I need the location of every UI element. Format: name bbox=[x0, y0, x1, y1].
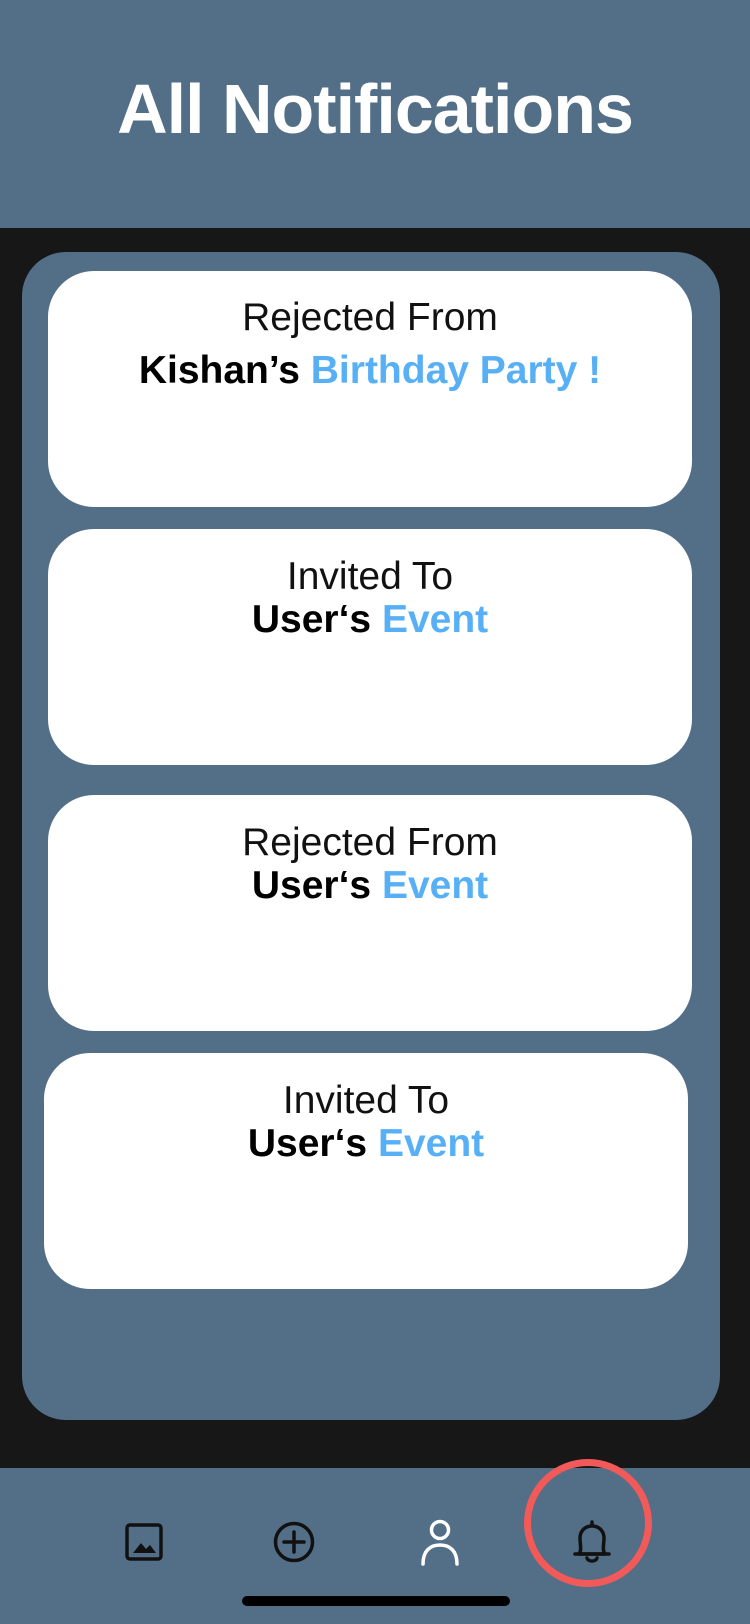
notification-action: Rejected From bbox=[242, 296, 498, 339]
tab-gallery[interactable] bbox=[94, 1492, 194, 1592]
notification-action: Invited To bbox=[282, 1079, 450, 1122]
event-name: Birthday Party ! bbox=[310, 349, 602, 392]
notification-card[interactable]: Invited To User‘s Event bbox=[44, 1053, 688, 1289]
notification-action: Invited To bbox=[286, 555, 454, 598]
event-name: Event bbox=[377, 1122, 485, 1165]
plus-circle-icon bbox=[273, 1521, 315, 1563]
page-title: All Notifications bbox=[117, 70, 634, 148]
notification-card[interactable]: Rejected From User‘s Event bbox=[48, 795, 692, 1031]
notification-card[interactable]: Rejected From Kishan’s Birthday Party ! bbox=[48, 271, 692, 507]
event-owner: User‘s bbox=[251, 598, 372, 641]
event-owner: User‘s bbox=[251, 864, 372, 907]
notification-event-line: Kishan’s Birthday Party ! bbox=[48, 349, 692, 393]
notifications-panel: Rejected From Kishan’s Birthday Party ! … bbox=[22, 252, 720, 1420]
active-tab-highlight bbox=[524, 1459, 652, 1587]
event-name: Event bbox=[381, 864, 489, 907]
header: All Notifications bbox=[0, 0, 750, 228]
image-icon bbox=[125, 1523, 163, 1561]
tab-create[interactable] bbox=[244, 1492, 344, 1592]
notification-event-line: User‘s Event bbox=[48, 864, 692, 908]
tab-profile[interactable] bbox=[390, 1492, 490, 1592]
home-indicator[interactable] bbox=[242, 1596, 510, 1606]
notification-card[interactable]: Invited To User‘s Event bbox=[48, 529, 692, 765]
event-owner: Kishan’s bbox=[138, 349, 300, 392]
notification-event-line: User‘s Event bbox=[44, 1122, 688, 1166]
event-name: Event bbox=[381, 598, 489, 641]
notification-event-line: User‘s Event bbox=[48, 598, 692, 642]
user-icon bbox=[421, 1519, 459, 1566]
notification-action: Rejected From bbox=[242, 821, 498, 864]
event-owner: User‘s bbox=[247, 1122, 368, 1165]
